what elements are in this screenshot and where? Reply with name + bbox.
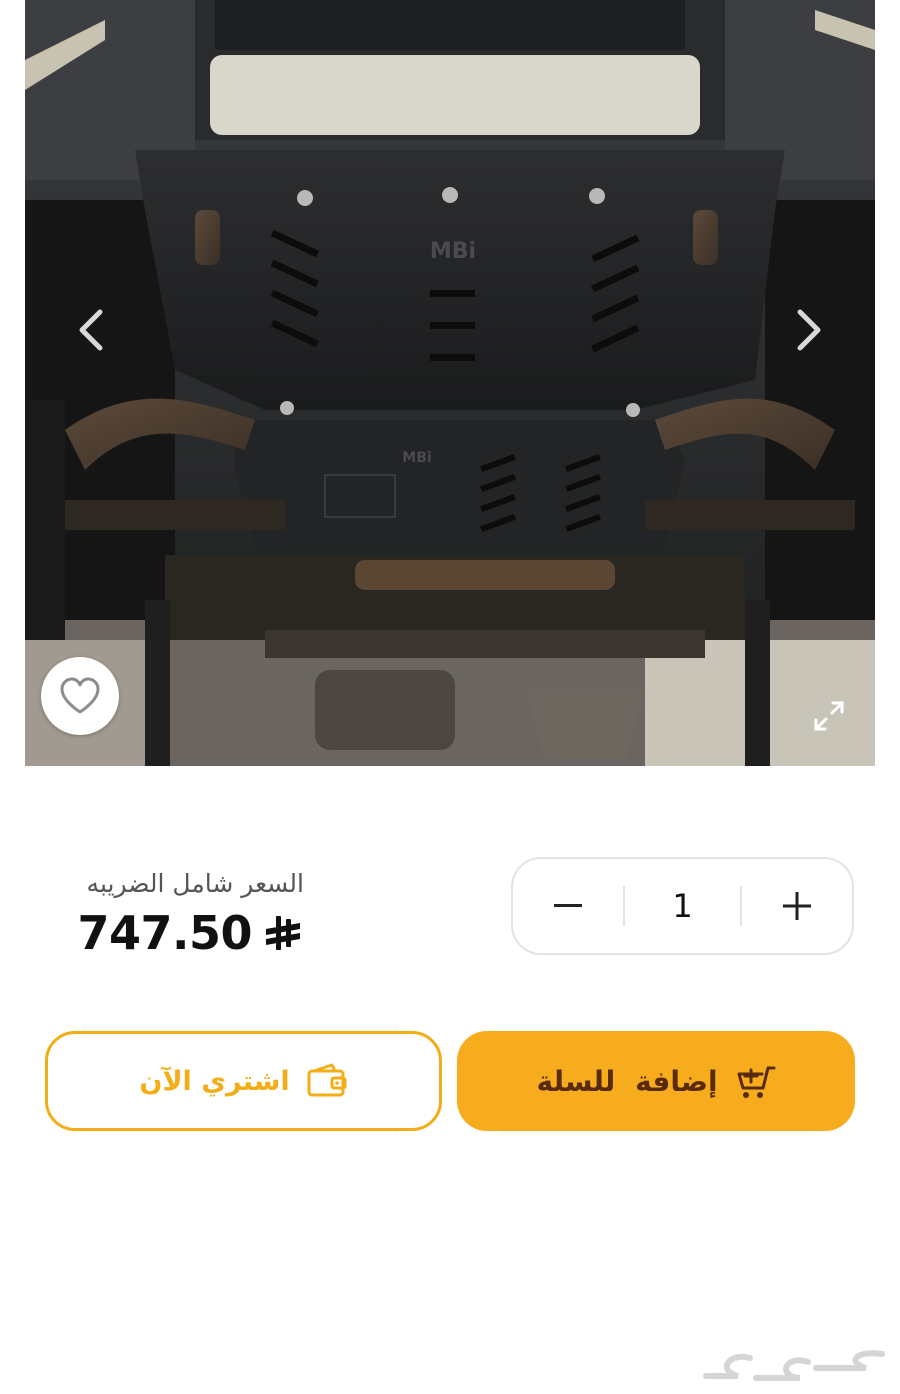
quantity-stepper[interactable]: 1 xyxy=(511,857,854,955)
gallery-next-button[interactable] xyxy=(779,300,839,360)
expand-icon xyxy=(814,701,844,731)
expand-image-button[interactable] xyxy=(793,680,865,752)
heart-icon xyxy=(60,677,100,714)
chevron-right-icon xyxy=(797,309,821,351)
price-row: 747.50 xyxy=(77,906,304,960)
cart-plus-icon xyxy=(734,1060,776,1102)
wallet-icon xyxy=(306,1060,348,1102)
plus-icon xyxy=(783,892,811,920)
increment-button[interactable] xyxy=(742,859,852,953)
buy-now-button[interactable]: اشتري الآن xyxy=(45,1031,442,1131)
add-to-cart-label: إضافة للسلة xyxy=(536,1064,718,1098)
price-value: 747.50 xyxy=(77,906,252,960)
chevron-left-icon xyxy=(79,309,103,351)
quantity-value[interactable]: 1 xyxy=(625,887,740,925)
svg-text:MBi: MBi xyxy=(402,450,431,466)
gallery-prev-button[interactable] xyxy=(61,300,121,360)
price-label: السعر شامل الضريبه xyxy=(86,869,304,898)
favorite-button[interactable] xyxy=(41,657,119,735)
haraj-logo xyxy=(703,1350,885,1381)
svg-text:MBi: MBi xyxy=(430,239,476,264)
price-block: السعر شامل الضريبه 747.50 xyxy=(77,866,304,960)
decrement-button[interactable] xyxy=(513,859,623,953)
add-to-cart-button[interactable]: إضافة للسلة xyxy=(457,1031,855,1131)
saudi-riyal-icon xyxy=(266,916,300,950)
product-photo: MBi MBi xyxy=(25,0,875,766)
minus-icon xyxy=(554,904,582,907)
product-image-gallery[interactable]: MBi MBi xyxy=(25,0,875,766)
buy-now-label: اشتري الآن xyxy=(139,1065,290,1097)
